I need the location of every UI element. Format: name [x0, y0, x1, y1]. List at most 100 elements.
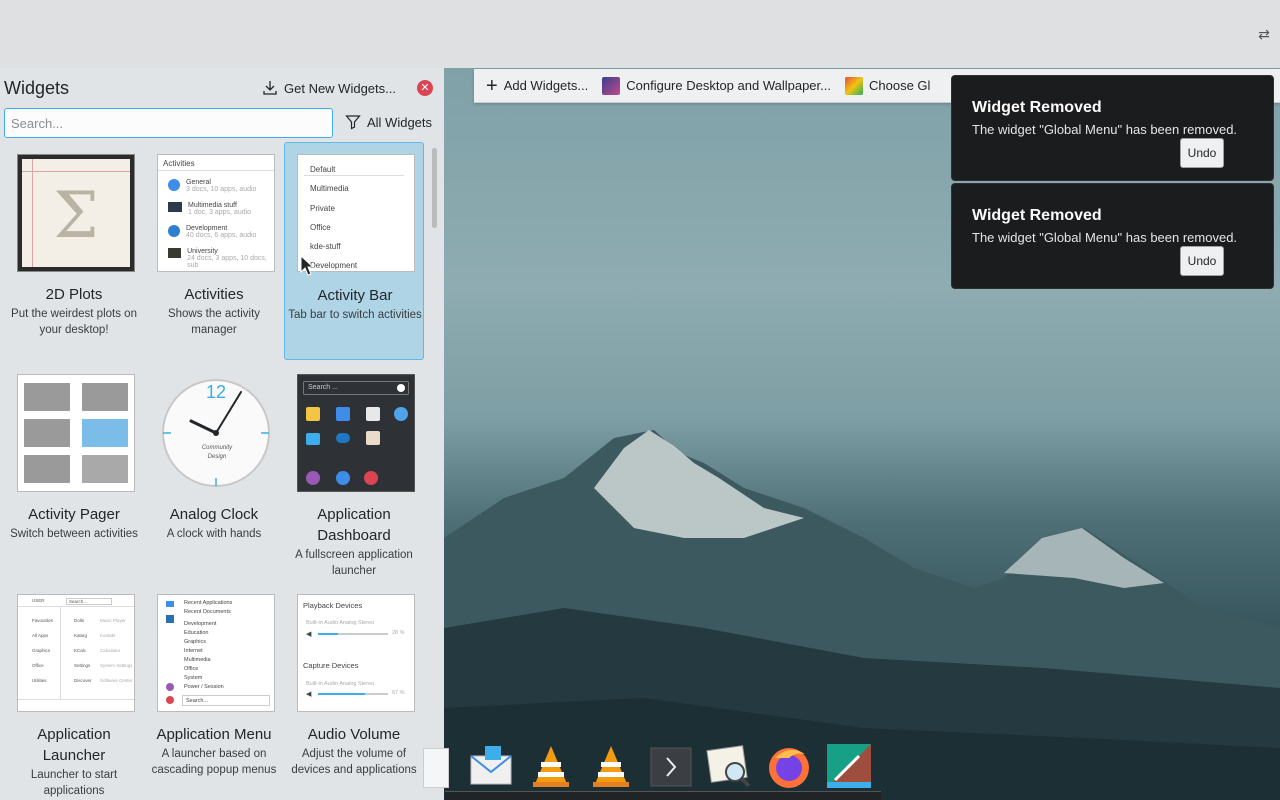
capture-title: Capture Devices: [303, 661, 359, 670]
widget-activity-bar[interactable]: Default Multimedia Private Office kde-st…: [284, 142, 424, 360]
add-widgets-button[interactable]: + Add Widgets...: [486, 74, 588, 97]
widget-description: Shows the activity manager: [167, 308, 261, 336]
blackboard-icon: [168, 248, 182, 258]
widget-search-input[interactable]: [4, 108, 333, 138]
playback-device: Built-in Audio Analog Stereo: [306, 620, 375, 626]
playback-slider: [318, 633, 338, 635]
launcher-category: Favourites: [32, 618, 54, 623]
mail-icon[interactable]: [467, 742, 515, 790]
widget-list-scrollbar[interactable]: [429, 146, 439, 800]
capture-percent: 67 %: [392, 690, 405, 696]
activity-tab: Default: [310, 165, 336, 174]
app-icon: [306, 471, 320, 485]
terminal-icon[interactable]: [647, 742, 695, 790]
widget-application-dashboard[interactable]: Search ... Application Dashboard A fulls…: [284, 362, 424, 580]
activity-meta: 24 docs, 3 apps, 10 docs, sub: [187, 255, 267, 269]
menu-item: Recent Documents: [184, 609, 231, 615]
dock: [415, 736, 881, 800]
configure-desktop-label: Configure Desktop and Wallpaper...: [626, 78, 831, 93]
thumb-header: Activities: [158, 155, 274, 171]
widget-thumbnail: 12 Community Design: [157, 374, 275, 492]
clear-icon: [397, 384, 405, 392]
widget-thumbnail: [17, 374, 135, 492]
widget-2d-plots[interactable]: Σ 2D Plots Put the weirdest plots on you…: [4, 142, 144, 360]
image-viewer-icon[interactable]: [705, 742, 753, 790]
playback-percent: 28 %: [392, 630, 405, 636]
capture-device: Built-in Audio Analog Stereo: [306, 681, 375, 687]
close-sidebar-icon[interactable]: ✕: [417, 80, 433, 96]
playback-title: Playback Devices: [303, 601, 363, 610]
widget-description: Tab bar to switch activities: [288, 309, 422, 321]
activity-meta: 3 docs, 10 apps, audio: [186, 186, 257, 193]
notification-body: The widget "Global Menu" has been remove…: [972, 122, 1238, 137]
widget-name: Analog Clock: [169, 506, 259, 523]
app-icon: [306, 407, 320, 421]
plus-icon: +: [486, 74, 498, 97]
widget-description: A launcher based on cascading popup menu…: [151, 748, 277, 776]
app-icon: [306, 433, 320, 445]
widget-application-launcher[interactable]: USER Search... Favourites Dolls Music Play…: [4, 582, 144, 800]
notification-title: Widget Removed: [972, 99, 1102, 116]
notification-popup: Widget Removed The widget "Global Menu" …: [951, 75, 1274, 181]
menu-item: Recent Applications: [184, 600, 233, 606]
menu-item: Internet: [184, 648, 203, 654]
activity-name: Multimedia stuff: [188, 202, 237, 209]
vlc-icon[interactable]: [587, 742, 635, 790]
menu-item: Education: [184, 630, 209, 636]
undo-button[interactable]: Undo: [1180, 246, 1224, 276]
widget-description: A fullscreen application launcher: [295, 549, 413, 577]
choose-global-theme-button[interactable]: Choose Gl: [844, 76, 931, 95]
widget-thumbnail: Default Multimedia Private Office kde-st…: [297, 154, 415, 272]
kdevelop-icon[interactable]: [825, 742, 873, 790]
choose-global-label: Choose Gl: [868, 78, 931, 93]
undo-button[interactable]: Undo: [1180, 138, 1224, 168]
activity-name: General: [186, 179, 211, 186]
widgets-sidebar: Widgets Get New Widgets... ✕ All Widgets…: [0, 68, 444, 800]
app-icon: [336, 407, 350, 421]
menu-item: Power / Session: [184, 684, 224, 690]
launcher-app-desc: Calculator: [100, 648, 121, 653]
launcher-app: Dolls: [74, 618, 85, 623]
activity-tab: Office: [310, 222, 331, 232]
scrollbar-thumb[interactable]: [432, 148, 437, 228]
launcher-app-desc: Kontakt: [100, 633, 116, 638]
widget-audio-volume[interactable]: Playback Devices Built-in Audio Analog S…: [284, 582, 424, 800]
menu-item: Multimedia: [184, 657, 211, 663]
get-new-widgets-button[interactable]: Get New Widgets...: [262, 80, 396, 96]
get-new-widgets-label: Get New Widgets...: [284, 80, 396, 96]
widget-analog-clock[interactable]: 12 Community Design Analog Clock A clock…: [144, 362, 284, 580]
speaker-icon: ◀: [306, 691, 312, 698]
menu-item: Development: [184, 621, 217, 627]
panel-config-icon[interactable]: ⇄: [1256, 26, 1272, 42]
text-editor-icon[interactable]: [415, 742, 451, 790]
launcher-user: USER: [32, 598, 45, 603]
monitor-icon: [168, 202, 182, 212]
widget-thumbnail: Playback Devices Built-in Audio Analog S…: [297, 594, 415, 712]
activity-name: University: [187, 248, 218, 255]
widget-description: Launcher to start applications: [30, 769, 118, 797]
menu-search: Search...: [182, 695, 270, 706]
speaker-icon: ◀: [306, 631, 312, 638]
widget-activities[interactable]: Activities General 3 docs, 10 apps, audio…: [144, 142, 284, 360]
firefox-icon[interactable]: [765, 742, 813, 790]
filter-widgets-button[interactable]: All Widgets: [345, 114, 432, 130]
filter-label: All Widgets: [367, 114, 433, 130]
widget-thumbnail: Σ: [17, 154, 135, 272]
configure-desktop-button[interactable]: Configure Desktop and Wallpaper...: [602, 76, 831, 95]
widget-thumbnail: Search ...: [297, 374, 415, 492]
notification-popup: Widget Removed The widget "Global Menu" …: [951, 183, 1274, 289]
widget-name: Application Launcher: [37, 726, 111, 764]
widget-activity-pager[interactable]: Activity Pager Switch between activities: [4, 362, 144, 580]
vlc-icon[interactable]: [527, 742, 575, 790]
activity-tab: Multimedia: [310, 184, 349, 194]
launcher-app-desc: Music Player: [100, 618, 126, 623]
clock-brand: Community Design: [201, 445, 233, 460]
app-icon: [366, 431, 380, 445]
sigma-icon: Σ: [53, 179, 99, 253]
launcher-app-desc: Software Center: [100, 678, 133, 683]
widget-description: A clock with hands: [166, 528, 262, 540]
activity-tab: Development: [310, 261, 358, 271]
launcher-category: All Apps: [32, 633, 49, 638]
notification-body: The widget "Global Menu" has been remove…: [972, 230, 1238, 245]
widget-application-menu[interactable]: Recent Applications Recent Documents Dev…: [144, 582, 284, 800]
